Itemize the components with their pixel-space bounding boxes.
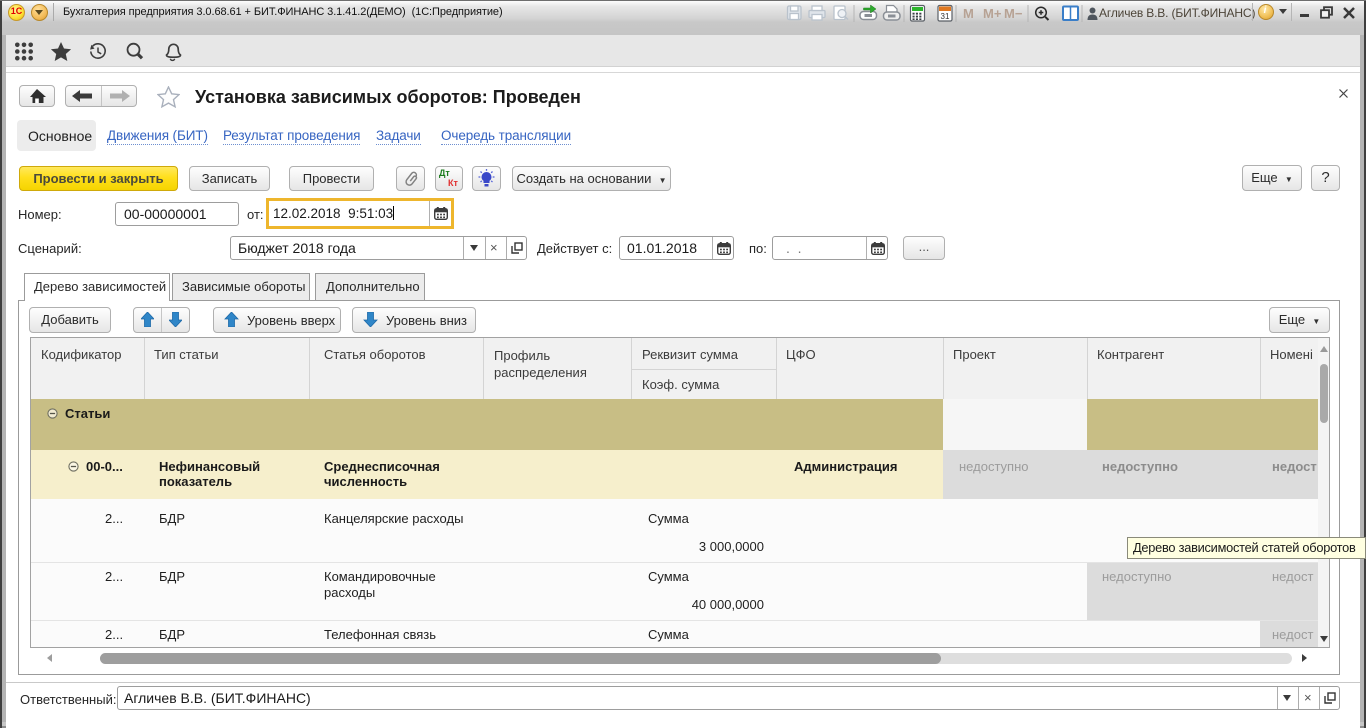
svg-text:31: 31 [941, 12, 950, 21]
svg-text:M: M [963, 6, 974, 21]
svg-text:M+: M+ [983, 6, 1002, 21]
svg-text:M−: M− [1004, 6, 1023, 21]
